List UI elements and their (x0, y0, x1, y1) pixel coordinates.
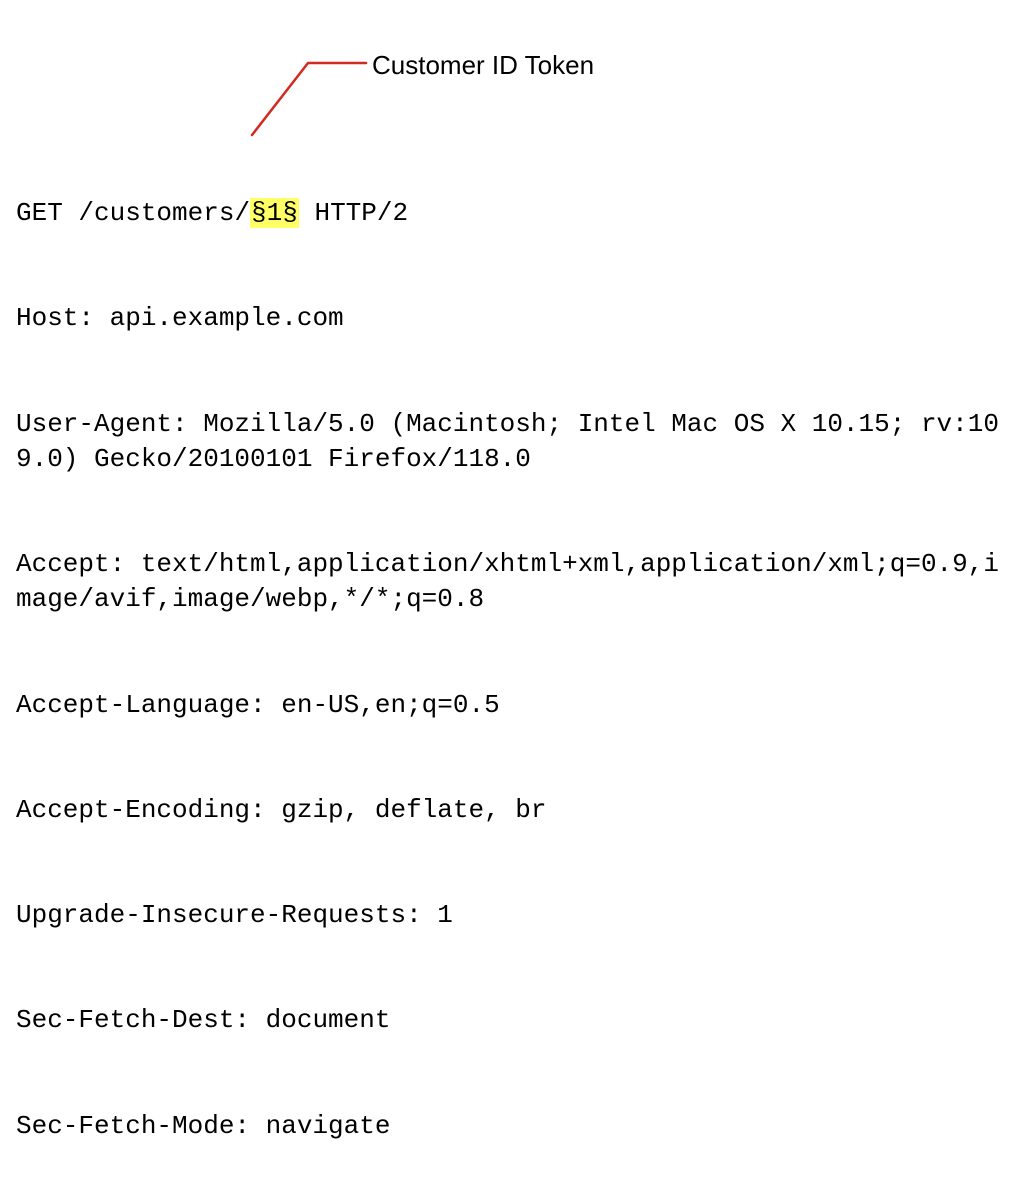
request-line: GET /customers/§1§ HTTP/2 (16, 196, 1006, 231)
header-line: Accept-Encoding: gzip, deflate, br (16, 793, 1006, 828)
header-line: Host: api.example.com (16, 301, 1006, 336)
request-method: GET (16, 198, 63, 228)
customer-id-token: §1§ (250, 198, 299, 228)
header-line: Upgrade-Insecure-Requests: 1 (16, 898, 1006, 933)
header-line: Sec-Fetch-Dest: document (16, 1003, 1006, 1038)
header-line: Accept: text/html,application/xhtml+xml,… (16, 547, 1006, 617)
request-path-prefix: /customers/ (63, 198, 250, 228)
http-request-block: GET /customers/§1§ HTTP/2 Host: api.exam… (16, 126, 1006, 1198)
header-line: Sec-Fetch-Mode: navigate (16, 1109, 1006, 1144)
header-line: User-Agent: Mozilla/5.0 (Macintosh; Inte… (16, 407, 1006, 477)
annotation-label: Customer ID Token (372, 48, 594, 83)
request-protocol: HTTP/2 (299, 198, 408, 228)
header-line: Accept-Language: en-US,en;q=0.5 (16, 688, 1006, 723)
